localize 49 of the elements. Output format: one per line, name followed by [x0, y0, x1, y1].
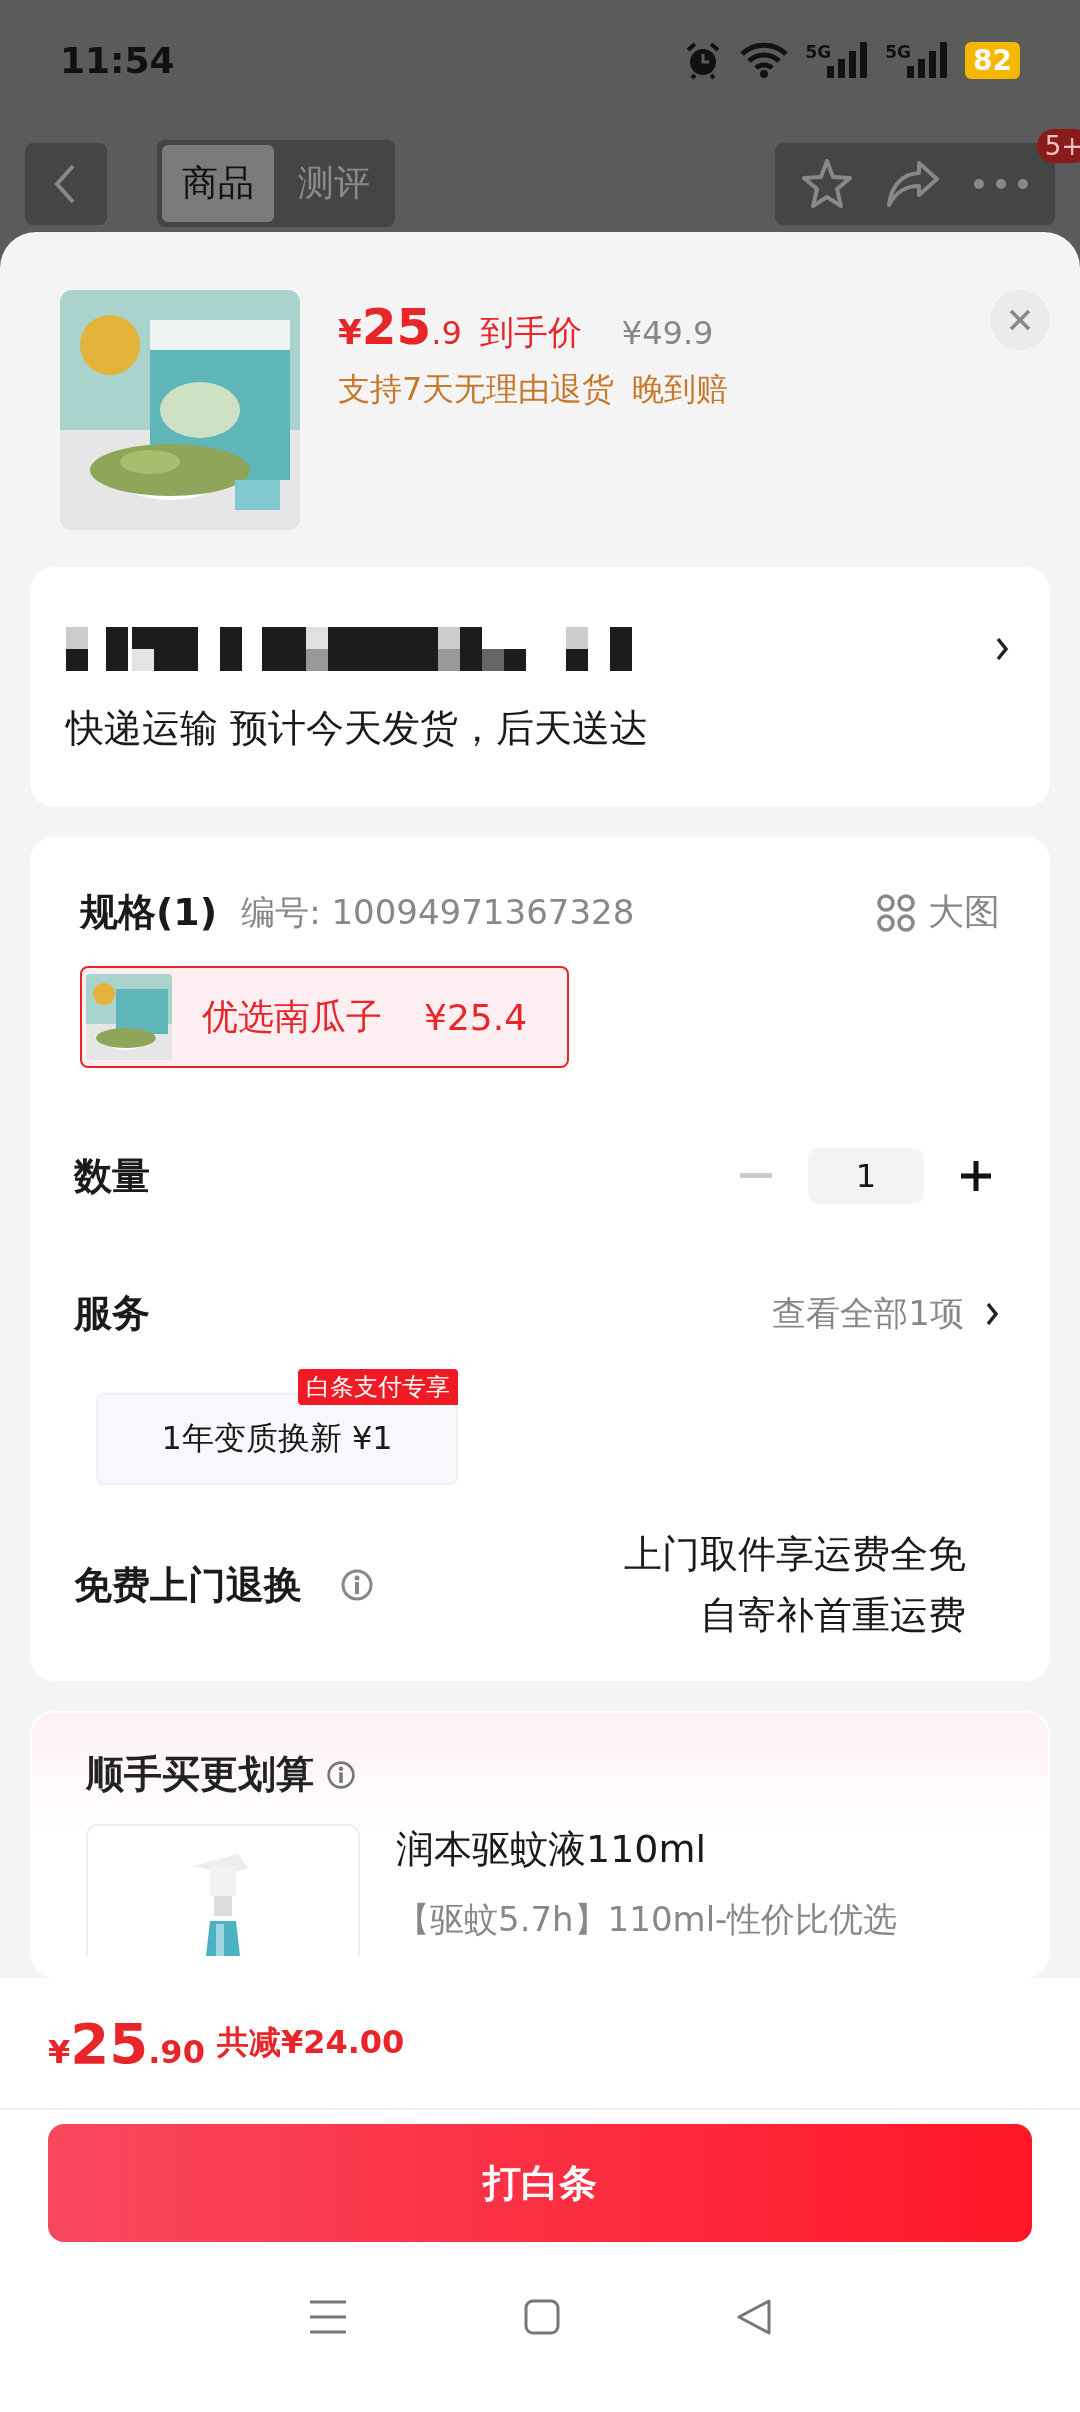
item-code: 编号: 10094971367328	[241, 890, 635, 934]
share-icon[interactable]	[885, 158, 941, 209]
section-title: 免费上门退换	[74, 1561, 302, 1609]
back-icon[interactable]	[736, 2298, 772, 2336]
info-icon[interactable]	[326, 1759, 356, 1790]
more-icon[interactable]	[971, 176, 1031, 191]
section-title: 数量	[74, 1152, 150, 1200]
wifi-icon	[739, 42, 790, 78]
product-name: 润本驱蚊液110ml	[396, 1826, 708, 1873]
promise-text: 晚到赔	[632, 369, 729, 410]
grid-icon[interactable]	[876, 892, 916, 933]
option-price: ¥25.4	[424, 996, 528, 1038]
price-label: 到手价	[479, 311, 582, 354]
return-policy-text: 上门取件享运费全免	[624, 1531, 966, 1578]
tab[interactable]: 商品	[162, 145, 274, 222]
menu-icon[interactable]	[308, 2299, 348, 2335]
minus-icon	[740, 1173, 772, 1179]
price: ¥25.9	[338, 298, 462, 356]
section-title: 顺手买更划算	[86, 1751, 314, 1798]
section-title: 服务	[74, 1290, 150, 1337]
close-icon	[1008, 308, 1032, 332]
network-label: 5G	[805, 42, 832, 62]
chevron-icon	[994, 635, 1010, 663]
promise-text: 支持7天无理由退货	[338, 369, 615, 410]
quantity-field[interactable]: 1	[808, 1148, 924, 1204]
original-price: ¥49.9	[621, 314, 714, 352]
star-icon[interactable]	[799, 156, 855, 211]
section-title: 规格(1)	[80, 889, 218, 936]
battery-indicator: 82	[965, 41, 1020, 79]
home-icon[interactable]	[524, 2299, 560, 2335]
notification-badge: 5+	[1036, 128, 1080, 163]
return-policy-text: 自寄补首重运费	[700, 1592, 966, 1639]
back-button[interactable]	[25, 142, 107, 225]
large-image-link[interactable]: 大图	[928, 888, 1000, 937]
total-price: ¥25.90	[48, 2010, 205, 2076]
promo-tag: 白条支付专享	[298, 1369, 458, 1405]
plus-icon	[960, 1160, 992, 1192]
view-all-link[interactable]: 查看全部1项	[772, 1290, 964, 1337]
delivery-card[interactable]: 快递运输 预计今天发货，后天送达	[30, 567, 1050, 807]
pay-button[interactable]: 打白条	[48, 2124, 1032, 2242]
discount-text: 共减¥24.00	[216, 2022, 405, 2063]
spec-option[interactable]: 优选南瓜子 ¥25.4	[80, 966, 570, 1068]
option-label: 优选南瓜子	[202, 994, 382, 1039]
product-description: 【驱蚊5.7h】110ml-性价比优选	[396, 1898, 898, 1941]
network-label: 5G	[885, 42, 912, 62]
status-time: 11:54	[60, 39, 175, 81]
info-icon[interactable]	[340, 1568, 374, 1602]
delivery-text: 快递运输 预计今天发货，后天送达	[66, 705, 650, 752]
tab[interactable]: 测评	[278, 145, 390, 222]
